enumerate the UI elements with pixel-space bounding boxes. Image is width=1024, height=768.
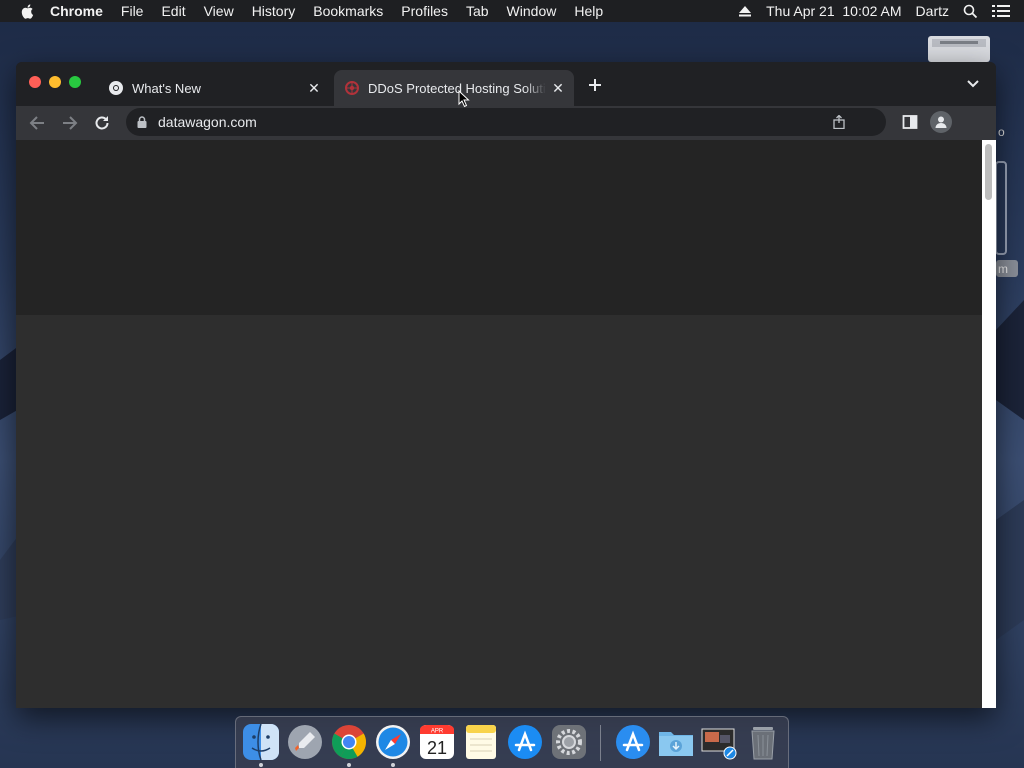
svg-text:m: m	[998, 262, 1008, 276]
browser-toolbar: datawagon.com	[16, 106, 996, 140]
scrollbar-thumb[interactable]	[985, 144, 992, 200]
chrome-icon[interactable]	[330, 723, 368, 761]
notes-icon[interactable]	[462, 723, 500, 761]
background-window-edge: o m	[996, 128, 1018, 277]
page-content[interactable]	[16, 140, 982, 708]
safari-icon[interactable]	[374, 723, 412, 761]
datawagon-favicon	[344, 80, 360, 96]
reload-icon[interactable]	[93, 114, 111, 132]
app-store-icon[interactable]	[506, 723, 544, 761]
eject-icon[interactable]	[738, 5, 752, 17]
dock-separator	[600, 725, 601, 761]
spotlight-search-icon[interactable]	[963, 4, 978, 19]
menu-extras: Thu Apr 21 10:02 AM Dartz	[738, 0, 1024, 22]
tab-strip: What's New ✕ DDoS Protected Hosting Solu…	[16, 62, 996, 106]
url-text[interactable]: datawagon.com	[158, 114, 257, 130]
menu-help[interactable]: Help	[574, 3, 603, 19]
tab-title: DDoS Protected Hosting Solutions	[368, 80, 546, 96]
menu-history[interactable]: History	[252, 3, 296, 19]
menu-file[interactable]: File	[121, 3, 144, 19]
running-indicator	[347, 763, 351, 767]
svg-text:o: o	[998, 128, 1005, 139]
share-icon[interactable]	[832, 115, 846, 129]
menu-window[interactable]: Window	[507, 3, 557, 19]
zoom-window-button[interactable]	[69, 76, 81, 88]
menu-view[interactable]: View	[204, 3, 234, 19]
control-center-icon[interactable]	[992, 4, 1010, 18]
page-hero-loading	[16, 140, 982, 315]
chevron-down-icon[interactable]	[966, 79, 980, 89]
forward-arrow-icon[interactable]	[61, 114, 79, 132]
menu-clock[interactable]: Thu Apr 21 10:02 AM	[766, 3, 901, 19]
dock: APR 21	[235, 716, 789, 768]
trash-icon[interactable]	[744, 723, 782, 761]
calendar-month: APR	[431, 729, 444, 735]
tab-title: What's New	[132, 80, 201, 96]
launchpad-icon[interactable]	[286, 723, 324, 761]
external-drive-icon[interactable]	[926, 33, 992, 63]
lock-icon[interactable]	[136, 116, 148, 128]
apple-menu-icon[interactable]	[20, 3, 36, 19]
running-indicator	[259, 763, 263, 767]
calendar-day: 21	[427, 738, 447, 758]
side-panel-icon[interactable]	[902, 114, 918, 130]
menu-profiles[interactable]: Profiles	[401, 3, 448, 19]
scrollbar[interactable]	[982, 140, 996, 708]
close-tab-icon[interactable]: ✕	[306, 80, 322, 96]
applications-folder-icon[interactable]	[614, 723, 652, 761]
running-indicator	[391, 763, 395, 767]
system-preferences-icon[interactable]	[550, 723, 588, 761]
tab-ddos-protected-hosting[interactable]: DDoS Protected Hosting Solutions ✕	[334, 70, 574, 106]
menu-user[interactable]: Dartz	[916, 3, 949, 19]
menu-app-name[interactable]: Chrome	[50, 3, 103, 19]
profile-avatar-button[interactable]	[930, 111, 952, 133]
menu-bar: Chrome File Edit View History Bookmarks …	[0, 0, 1024, 22]
address-bar[interactable]: datawagon.com	[126, 108, 886, 136]
preview-stack-icon[interactable]	[700, 723, 738, 761]
close-window-button[interactable]	[29, 76, 41, 88]
menu-bookmarks[interactable]: Bookmarks	[313, 3, 383, 19]
desktop: { "menubar": { "app_name": "Chrome", "it…	[0, 0, 1024, 768]
calendar-icon[interactable]: APR 21	[418, 723, 456, 761]
back-arrow-icon[interactable]	[28, 114, 46, 132]
minimize-window-button[interactable]	[49, 76, 61, 88]
menu-tab[interactable]: Tab	[466, 3, 489, 19]
person-icon	[935, 116, 947, 128]
chrome-icon	[108, 80, 124, 96]
tab-whats-new[interactable]: What's New ✕	[98, 70, 330, 106]
new-tab-plus-icon[interactable]	[586, 76, 604, 94]
downloads-folder-icon[interactable]	[657, 723, 695, 761]
browser-window: What's New ✕ DDoS Protected Hosting Solu…	[16, 62, 996, 708]
mouse-cursor-icon	[458, 90, 470, 108]
menu-edit[interactable]: Edit	[161, 3, 185, 19]
finder-icon[interactable]	[242, 723, 280, 761]
close-tab-icon[interactable]: ✕	[550, 80, 566, 96]
